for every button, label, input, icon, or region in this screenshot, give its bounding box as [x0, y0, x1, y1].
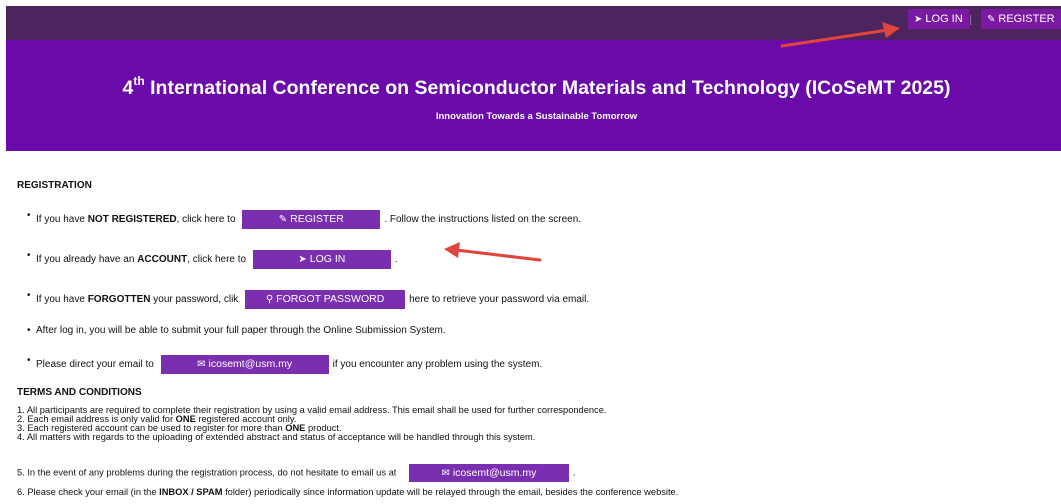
edit-icon: ✎ — [278, 214, 288, 225]
annotation-arrow-top — [780, 22, 900, 48]
login-button[interactable]: ➤ LOG IN — [252, 250, 391, 269]
sign-in-icon: ➤ — [914, 14, 923, 25]
envelope-icon: ✉ — [441, 468, 450, 479]
bullet-after-login: After log in, you will be able to submit… — [27, 325, 446, 336]
terms-heading: TERMS AND CONDITIONS — [17, 387, 142, 398]
edit-icon: ✎ — [987, 14, 996, 25]
nav-register-label: REGISTER — [998, 13, 1055, 25]
sign-in-icon: ➤ — [298, 254, 307, 265]
term-5: 5. In the event of any problems during t… — [17, 464, 576, 482]
bullet-not-registered: If you have NOT REGISTERED, click here t… — [27, 210, 581, 229]
envelope-icon: ✉ — [197, 359, 206, 370]
bullet-forgotten: If you have FORGOTTEN your password, cli… — [27, 290, 589, 309]
bullet-email: Please direct your email to ✉icosemt@usm… — [27, 355, 542, 374]
email-button[interactable]: ✉ icosemt@usm.my — [160, 355, 329, 374]
bullet-account: If you already have an ACCOUNT, click he… — [27, 250, 398, 269]
page-title: 4th International Conference on Semicond… — [122, 74, 951, 99]
term-4: 4. All matters with regards to the uploa… — [17, 432, 536, 442]
term-6: 6. Please check your email (in the INBOX… — [17, 487, 679, 497]
annotation-arrow-login — [444, 242, 542, 262]
terms-email-button[interactable]: ✉ icosemt@usm.my — [408, 464, 569, 482]
registration-heading: REGISTRATION — [17, 180, 92, 191]
nav-divider — [970, 15, 971, 25]
key-icon: ⚲ — [265, 294, 274, 305]
nav-login-button[interactable]: ➤ LOG IN — [908, 9, 969, 29]
register-button[interactable]: ✎ REGISTER — [242, 210, 381, 229]
nav-register-button[interactable]: ✎ REGISTER — [981, 9, 1061, 29]
nav-login-label: LOG IN — [925, 13, 963, 25]
page-subtitle: Innovation Towards a Sustainable Tomorro… — [435, 111, 638, 122]
forgot-password-button[interactable]: ⚲ FORGOT PASSWORD — [245, 290, 406, 309]
